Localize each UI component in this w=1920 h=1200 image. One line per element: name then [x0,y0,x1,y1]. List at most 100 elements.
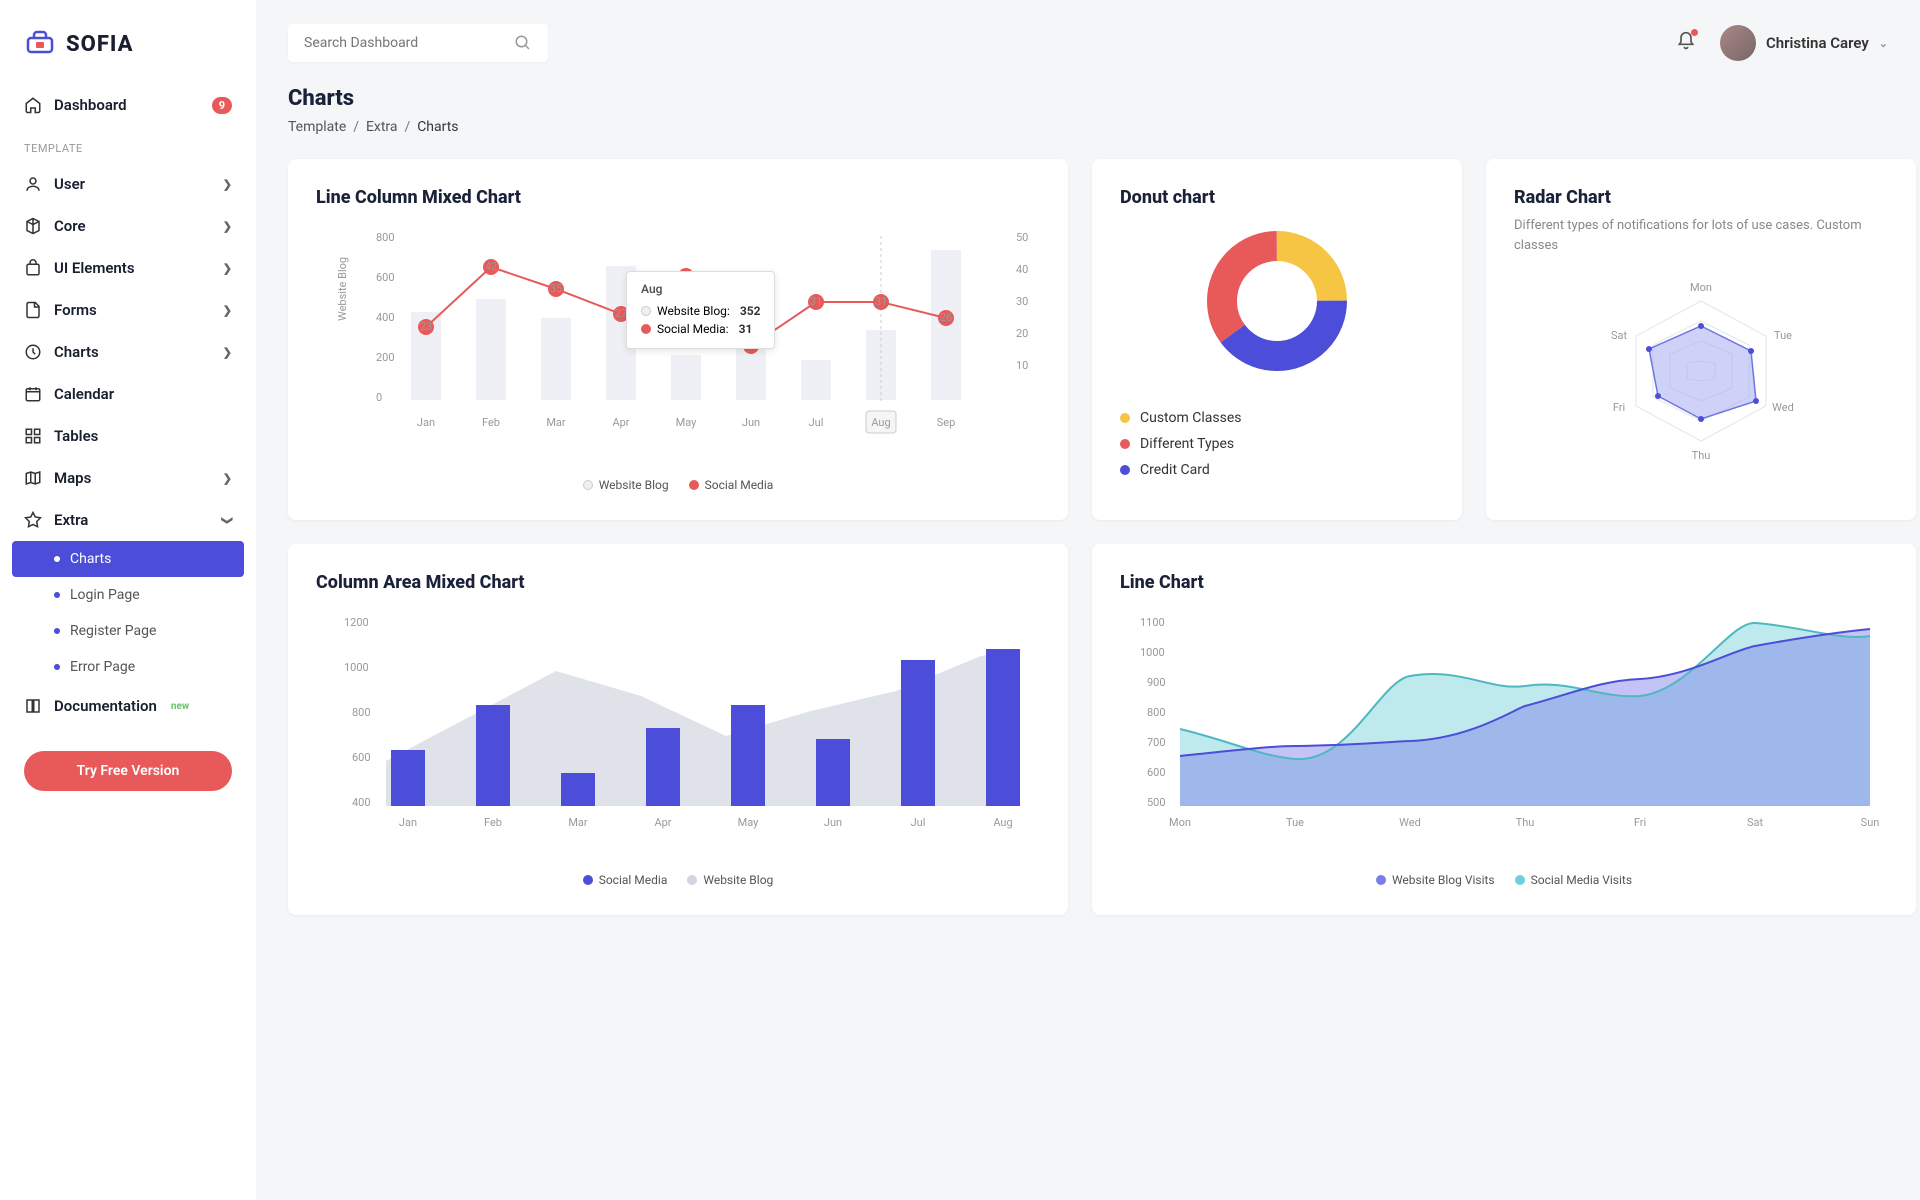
dot-icon [54,592,60,598]
card-column-area: Column Area Mixed Chart 1200100080060040… [288,544,1068,915]
svg-text:Fri: Fri [1634,816,1646,829]
svg-text:Website Blog: Website Blog [336,257,349,321]
bag-icon [24,259,42,277]
calendar-icon [24,385,42,403]
svg-text:May: May [738,816,760,829]
svg-text:600: 600 [1147,766,1166,779]
svg-text:Tue: Tue [1286,816,1304,829]
sub-charts[interactable]: Charts [12,541,244,577]
tt-label: Social Media: [657,322,729,336]
avatar [1720,25,1756,61]
legend-label: Custom Classes [1140,410,1241,426]
svg-text:800: 800 [376,231,395,244]
sub-register[interactable]: Register Page [12,613,244,649]
nav-ui[interactable]: UI Elements❯ [0,247,256,289]
dot-icon [689,480,699,490]
nav-charts[interactable]: Charts❯ [0,331,256,373]
nav-dashboard[interactable]: Dashboard 9 [0,84,256,126]
dot-icon [641,306,651,316]
map-icon [24,469,42,487]
try-free-button[interactable]: Try Free Version [24,751,232,791]
nav-label: Documentation [54,697,157,715]
search-input[interactable] [304,35,502,51]
svg-text:May: May [676,416,698,429]
svg-text:23: 23 [420,320,432,333]
user-menu[interactable]: Christina Carey ⌄ [1720,25,1888,61]
nav-extra[interactable]: Extra❯ [0,499,256,541]
svg-text:Jul: Jul [911,816,926,829]
nav-label: Calendar [54,385,114,403]
svg-text:400: 400 [376,311,395,324]
chart-column-area[interactable]: 12001000800600400 JanFebMarAprMayJunJulA… [316,601,1040,865]
svg-text:700: 700 [1147,736,1166,749]
legend-label: Website Blog Visits [1392,873,1495,887]
nav-label: UI Elements [54,259,135,277]
dot-icon [687,875,697,885]
dot-icon [1515,875,1525,885]
svg-text:Fri: Fri [1613,401,1625,414]
svg-text:800: 800 [352,706,371,719]
brand-name: SOFIA [66,32,134,57]
dot-icon [1120,413,1130,423]
dot-icon [54,556,60,562]
svg-text:800: 800 [1147,706,1166,719]
chart-donut[interactable] [1120,216,1434,386]
nav-maps[interactable]: Maps❯ [0,457,256,499]
svg-text:Sat: Sat [1611,329,1628,342]
svg-text:Aug: Aug [993,816,1012,829]
sub-label: Charts [70,551,111,567]
sub-error[interactable]: Error Page [12,649,244,685]
card-subtitle: Different types of notifications for lot… [1514,216,1888,255]
svg-text:Feb: Feb [484,816,502,829]
chevron-right-icon: ❯ [223,178,232,191]
svg-text:Thu: Thu [1516,816,1535,829]
nav-label: Extra [54,511,88,529]
notification-button[interactable] [1676,31,1696,55]
svg-text:Mar: Mar [546,416,566,429]
svg-text:500: 500 [1147,796,1166,809]
dot-icon [641,324,651,334]
nav-tables[interactable]: Tables [0,415,256,457]
svg-text:Wed: Wed [1399,816,1421,829]
chart-line-column[interactable]: 8006004002000 5040302010 Website Blog So… [316,216,1040,470]
svg-text:400: 400 [352,796,371,809]
search-box[interactable] [288,24,548,62]
dot-icon [1376,875,1386,885]
nav-label: User [54,175,85,193]
nav-forms[interactable]: Forms❯ [0,289,256,331]
nav-user[interactable]: User ❯ [0,163,256,205]
nav-label: Forms [54,301,97,319]
svg-text:1000: 1000 [344,661,369,674]
svg-text:50: 50 [1016,231,1028,244]
card-title: Line Column Mixed Chart [316,187,1040,208]
card-title: Donut chart [1120,187,1434,208]
chevron-right-icon: ❯ [223,346,232,359]
svg-text:10: 10 [1016,359,1028,372]
svg-text:Jan: Jan [417,416,435,429]
user-icon [24,175,42,193]
legend: Website Blog Visits Social Media Visits [1120,873,1888,887]
svg-text:Mon: Mon [1690,281,1712,294]
legend-label: Credit Card [1140,462,1210,478]
dot-icon [1120,439,1130,449]
svg-text:20: 20 [1016,327,1028,340]
svg-text:200: 200 [376,351,395,364]
svg-text:600: 600 [352,751,371,764]
svg-text:0: 0 [376,391,382,404]
nav-core[interactable]: Core❯ [0,205,256,247]
svg-text:31: 31 [810,295,822,308]
svg-text:1100: 1100 [1140,616,1165,629]
crumb-extra[interactable]: Extra [366,119,398,135]
tt-value: 352 [740,304,761,318]
nav-calendar[interactable]: Calendar [0,373,256,415]
chart-radar[interactable]: MonTueWedThuFriSat [1514,271,1888,471]
sub-login[interactable]: Login Page [12,577,244,613]
book-icon [24,697,42,715]
nav-docs[interactable]: Documentationnew [0,685,256,727]
nav-label: Tables [54,427,98,445]
svg-text:26: 26 [940,311,952,324]
chart-line[interactable]: 11001000900800700600500 MonTueWedThuFriS… [1120,601,1888,865]
svg-text:35: 35 [550,282,562,295]
crumb-template[interactable]: Template [288,119,346,135]
brand-logo[interactable]: SOFIA [0,16,256,84]
